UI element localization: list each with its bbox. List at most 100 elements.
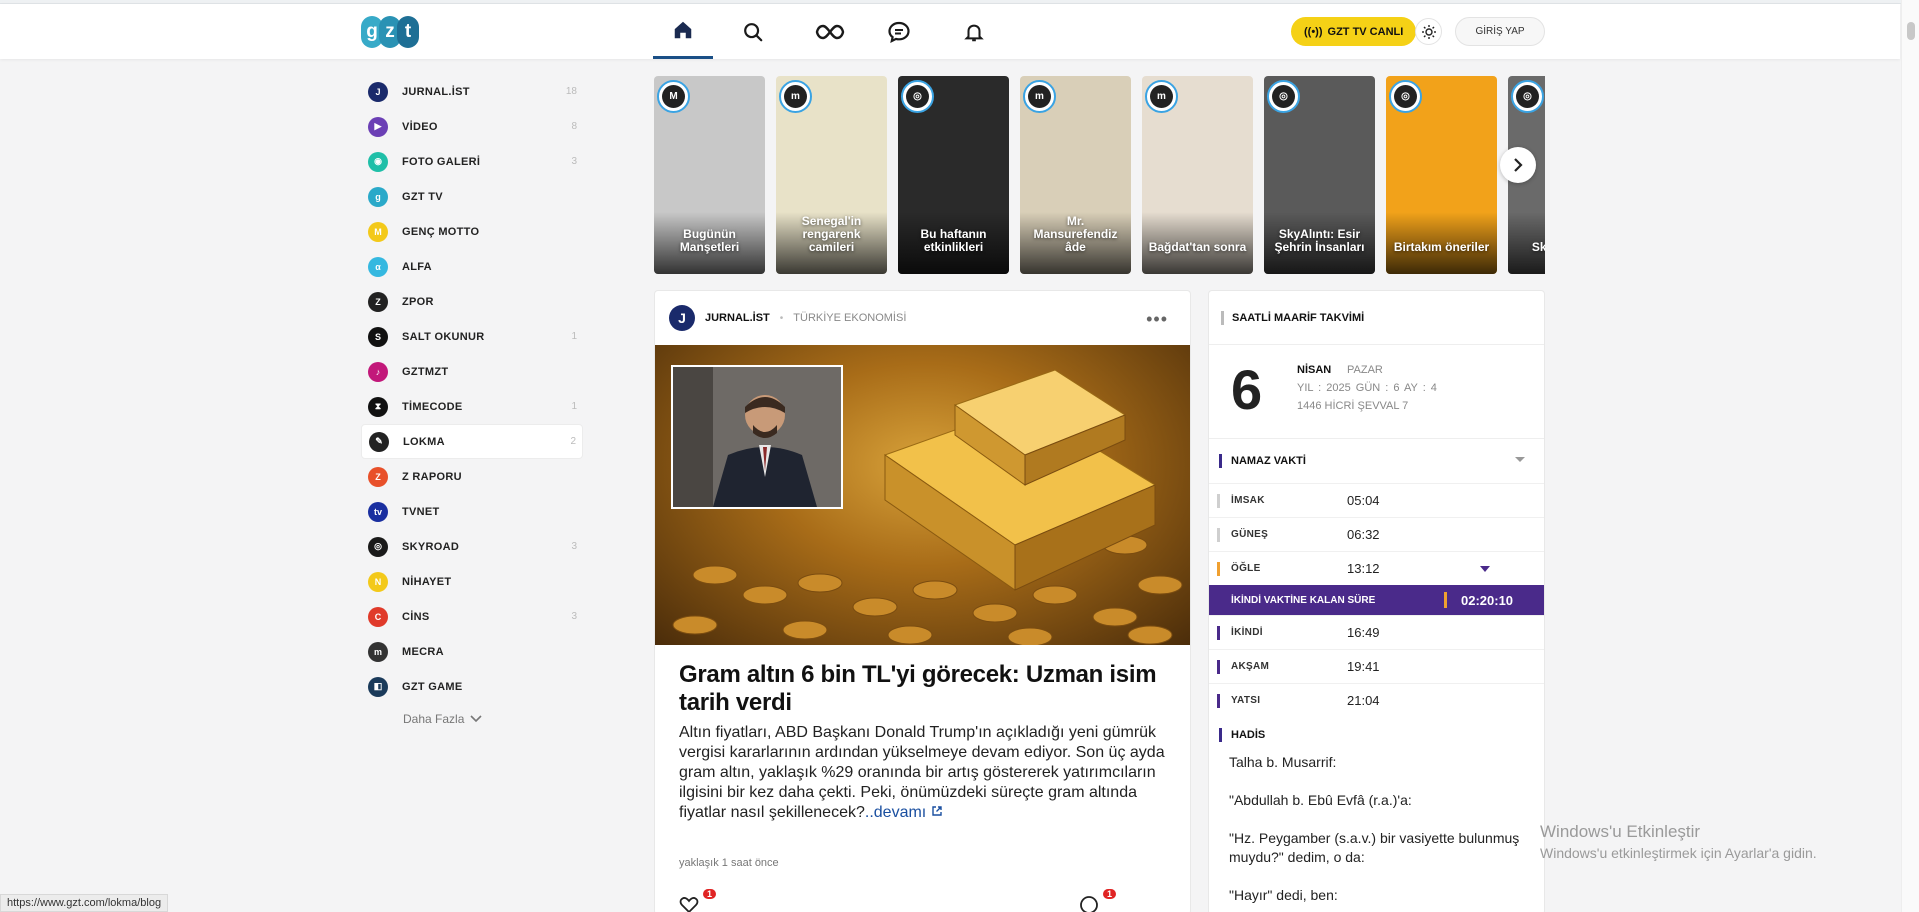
story-card[interactable]: m Bağdat'tan sonra (1142, 76, 1253, 274)
story-card[interactable]: M Bugünün Manşetleri (654, 76, 765, 274)
more-options-icon[interactable]: ••• (1146, 309, 1168, 330)
story-source-badge: ◎ (901, 80, 934, 113)
like-button[interactable]: 1 (679, 889, 717, 912)
sidebar-item[interactable]: Z ZPOR (361, 284, 583, 319)
story-card[interactable]: ◎ SkyAlıntı: Esir Şehrin İnsanları (1264, 76, 1375, 274)
stories-next-button[interactable] (1500, 147, 1536, 183)
sidebar-item[interactable]: ▶ VİDEO 8 (361, 109, 583, 144)
story-badge-icon: ◎ (1394, 85, 1417, 108)
sidebar-item[interactable]: m MECRA (361, 634, 583, 669)
article-summary: Altın fiyatları, ABD Başkanı Donald Trum… (679, 723, 1169, 823)
like-count-badge: 1 (703, 889, 717, 899)
prayer-row: YATSI 21:04 (1209, 683, 1544, 717)
story-badge-icon: ◎ (1516, 85, 1539, 108)
sidebar-item[interactable]: C CİNS 3 (361, 599, 583, 634)
article-category[interactable]: TÜRKİYE EKONOMİSİ (793, 312, 906, 324)
story-caption: Bağdat'tan sonra (1148, 240, 1247, 254)
prayer-row-marker (1217, 561, 1220, 576)
sidebar-item-label: ALFA (402, 260, 432, 273)
tv-live-label: GZT TV CANLI (1327, 25, 1404, 38)
prayer-time: 19:41 (1347, 659, 1380, 674)
sidebar-item-count: 1 (571, 401, 577, 412)
page-scrollbar[interactable] (1901, 0, 1919, 912)
gzt-tv-live-button[interactable]: ((•)) GZT TV CANLI (1291, 17, 1417, 46)
story-source-badge: ◎ (1267, 80, 1300, 113)
status-bar-url: https://www.gzt.com/lokma/blog (0, 894, 169, 912)
theme-toggle-button[interactable] (1415, 18, 1442, 45)
story-badge-icon: m (1028, 85, 1051, 108)
external-link-icon (931, 806, 942, 816)
story-card[interactable]: m Senegal'in rengarenk camileri (776, 76, 887, 274)
sidebar-item-label: MECRA (402, 645, 444, 658)
sidebar-item[interactable]: M GENÇ MOTTO (361, 214, 583, 249)
sidebar-item-count: 3 (571, 156, 577, 167)
logo-letter-t: t (397, 16, 419, 48)
sidebar-list: J JURNAL.İST 18 ▶ VİDEO 8 ◉ FOTO GALERİ 3 g GZT TV… (361, 74, 583, 704)
article-time: yaklaşık 1 saat önce (679, 857, 779, 869)
read-more-link[interactable]: ..devamı (865, 804, 943, 821)
sidebar-item[interactable]: ♪ GZTMZT (361, 354, 583, 389)
sidebar-item-label: SALT OKUNUR (402, 330, 485, 343)
nav-notifications[interactable] (944, 4, 1004, 59)
sidebar-item[interactable]: N NİHAYET (361, 564, 583, 599)
article-headline[interactable]: Gram altın 6 bin TL'yi görecek: Uzman is… (679, 661, 1169, 717)
prayer-name: GÜNEŞ (1231, 529, 1269, 540)
sidebar-item-label: SKYROAD (402, 540, 460, 553)
sidebar-item[interactable]: ✎ LOKMA 2 (361, 424, 583, 459)
sidebar-item[interactable]: ◉ FOTO GALERİ 3 (361, 144, 583, 179)
sidebar-item-icon: S (368, 326, 388, 347)
comment-button[interactable]: 1 (1079, 889, 1117, 912)
sidebar-item[interactable]: J JURNAL.İST 18 (361, 74, 583, 109)
prayer-name: YATSI (1231, 695, 1261, 706)
sidebar-item[interactable]: tv TVNET (361, 494, 583, 529)
prayer-name: ÖĞLE (1231, 563, 1261, 574)
nav-comments[interactable] (869, 4, 929, 59)
prayer-row-marker (1217, 693, 1220, 708)
calendar-hijri: 1446 HİCRİ ŞEVVAL 7 (1297, 400, 1409, 412)
nav-infinity[interactable] (800, 4, 860, 59)
remaining-time-bar: İKİNDİ VAKTİNE KALAN SÜRE 02:20:10 (1209, 585, 1544, 615)
prayer-row-marker (1217, 659, 1220, 674)
login-button[interactable]: GİRİŞ YAP (1455, 17, 1545, 46)
nav-home[interactable] (653, 4, 713, 59)
sidebar-item-icon: M (368, 221, 388, 242)
hadis-body: Talha b. Musarrif: "Abdullah b. Ebû Evfâ … (1209, 753, 1544, 905)
article-source[interactable]: JURNAL.İST (705, 312, 770, 324)
sidebar-item-icon: C (368, 606, 388, 627)
prayer-rows-after: İKİNDİ 16:49 AKŞAM 19:41 YATSI 21:04 (1209, 615, 1544, 717)
prayer-name: AKŞAM (1231, 661, 1270, 672)
story-badge-icon: ◎ (906, 85, 929, 108)
hadis-paragraph: "Hz. Peygamber (s.a.v.) bir vasiyette bu… (1229, 830, 1520, 865)
calendar-title: SAATLİ MAARİF TAKVİMİ (1232, 311, 1365, 324)
hadis-paragraph: Talha b. Musarrif: (1229, 754, 1337, 770)
sidebar-item-icon: J (368, 81, 388, 102)
sidebar-item[interactable]: ⧗ TİMECODE 1 (361, 389, 583, 424)
more-button[interactable]: Daha Fazla (403, 712, 583, 726)
sidebar-item[interactable]: ◎ SKYROAD 3 (361, 529, 583, 564)
sidebar-item-count: 3 (571, 541, 577, 552)
sidebar-item[interactable]: Z Z RAPORU (361, 459, 583, 494)
right-panel: SAATLİ MAARİF TAKVİMİ 6 NİSAN PAZAR YIL … (1208, 290, 1545, 912)
read-more-label: ..devamı (864, 804, 927, 821)
sidebar-item[interactable]: S SALT OKUNUR 1 (361, 319, 583, 354)
chevron-down-icon (470, 715, 482, 723)
story-card[interactable]: ◎ Birtakım öneriler (1386, 76, 1497, 274)
sidebar-item[interactable]: g GZT TV (361, 179, 583, 214)
prayer-name: İMSAK (1231, 495, 1265, 506)
prayer-times-header[interactable]: NAMAZ VAKTİ (1209, 439, 1544, 483)
calendar-ymd: YIL : 2025 GÜN : 6 AY : 4 (1297, 382, 1437, 394)
windows-activation-watermark: Windows'u Etkinleştir Windows'u etkinleş… (1540, 822, 1817, 861)
story-card[interactable]: m Mr. Mansurefendiz âde (1020, 76, 1131, 274)
story-caption: SkyAlıntı: Esir Şehrin İnsanları (1274, 227, 1365, 254)
article-hero-image[interactable] (655, 345, 1190, 645)
sidebar-item[interactable]: α ALFA (361, 249, 583, 284)
sidebar-item[interactable]: ◧ GZT GAME (361, 669, 583, 704)
watermark-title: Windows'u Etkinleştir (1540, 822, 1701, 841)
prayer-rows: İMSAK 05:04 GÜNEŞ 06:32 ÖĞLE 13:12 (1209, 483, 1544, 585)
gzt-logo[interactable]: g z t (361, 16, 419, 48)
scrollbar-thumb[interactable] (1907, 22, 1915, 40)
nav-search[interactable] (723, 4, 783, 59)
sidebar-item-icon: m (368, 641, 388, 662)
sidebar-item-icon: tv (368, 501, 388, 522)
story-card[interactable]: ◎ Bu haftanın etkinlikleri (898, 76, 1009, 274)
